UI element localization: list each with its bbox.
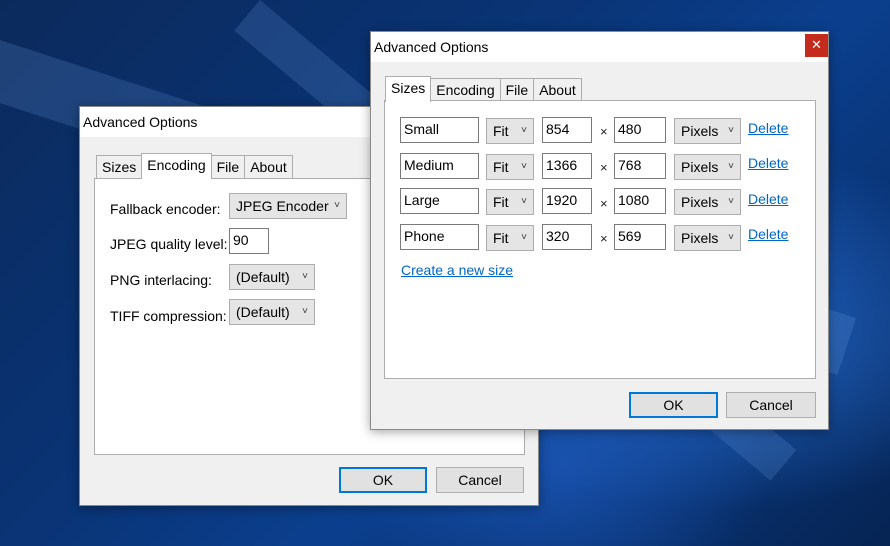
size-width-input[interactable]: 320 (542, 224, 592, 250)
jpeg-quality-label: JPEG quality level: (110, 236, 228, 252)
cancel-button[interactable]: Cancel (436, 467, 524, 493)
size-height-input[interactable]: 768 (614, 153, 666, 179)
size-unit-dropdown[interactable]: Pixels ˅ (674, 154, 741, 180)
fallback-encoder-label: Fallback encoder: (110, 201, 221, 217)
tab-file[interactable]: File (210, 155, 246, 179)
tab-encoding[interactable]: Encoding (430, 78, 501, 102)
size-mode-value: Fit (493, 194, 509, 210)
delete-link[interactable]: Delete (748, 155, 788, 171)
times-icon: × (600, 231, 608, 246)
png-interlacing-label: PNG interlacing: (110, 272, 212, 288)
ok-button[interactable]: OK (339, 467, 427, 493)
title-bar[interactable]: Advanced Options ✕ (371, 32, 828, 62)
tab-about[interactable]: About (533, 78, 582, 102)
size-width-input[interactable]: 1920 (542, 188, 592, 214)
size-mode-dropdown[interactable]: Fit ˅ (486, 189, 534, 215)
times-icon: × (600, 124, 608, 139)
tiff-compression-label: TIFF compression: (110, 308, 227, 324)
tab-sizes[interactable]: Sizes (385, 76, 432, 102)
size-unit-dropdown[interactable]: Pixels ˅ (674, 189, 741, 215)
tab-file[interactable]: File (499, 78, 535, 102)
chevron-down-icon: ˅ (302, 271, 308, 282)
dialog-title: Advanced Options (374, 39, 489, 55)
jpeg-quality-input[interactable]: 90 (229, 228, 269, 254)
delete-link[interactable]: Delete (748, 226, 788, 242)
close-button[interactable]: ✕ (805, 34, 828, 57)
fallback-encoder-dropdown[interactable]: JPEG Encoder ˅ (229, 193, 347, 219)
size-name-input[interactable]: Large (400, 188, 479, 214)
size-unit-value: Pixels (681, 159, 719, 175)
tab-about[interactable]: About (244, 155, 293, 179)
chevron-down-icon: ˅ (728, 232, 734, 243)
delete-link[interactable]: Delete (748, 191, 788, 207)
size-name-input[interactable]: Medium (400, 153, 479, 179)
chevron-down-icon: ˅ (521, 161, 527, 172)
tiff-compression-value: (Default) (236, 304, 290, 320)
dialog-title: Advanced Options (83, 114, 198, 130)
size-mode-dropdown[interactable]: Fit ˅ (486, 118, 534, 144)
create-new-size-link[interactable]: Create a new size (401, 262, 513, 278)
size-unit-dropdown[interactable]: Pixels ˅ (674, 118, 741, 144)
sizes-options-dialog: Advanced Options ✕ Sizes Encoding File A… (370, 31, 829, 430)
chevron-down-icon: ˅ (302, 306, 308, 317)
size-unit-value: Pixels (681, 194, 719, 210)
chevron-down-icon: ˅ (728, 161, 734, 172)
size-mode-dropdown[interactable]: Fit ˅ (486, 225, 534, 251)
cancel-button[interactable]: Cancel (726, 392, 816, 418)
size-mode-value: Fit (493, 159, 509, 175)
ok-button[interactable]: OK (629, 392, 718, 418)
chevron-down-icon: ˅ (728, 196, 734, 207)
chevron-down-icon: ˅ (521, 232, 527, 243)
tiff-compression-dropdown[interactable]: (Default) ˅ (229, 299, 315, 325)
tab-sizes[interactable]: Sizes (96, 155, 143, 179)
size-height-input[interactable]: 1080 (614, 188, 666, 214)
size-name-input[interactable]: Phone (400, 224, 479, 250)
close-icon: ✕ (811, 37, 822, 52)
chevron-down-icon: ˅ (521, 196, 527, 207)
fallback-encoder-value: JPEG Encoder (236, 198, 329, 214)
chevron-down-icon: ˅ (334, 200, 340, 211)
times-icon: × (600, 160, 608, 175)
size-mode-value: Fit (493, 123, 509, 139)
size-width-input[interactable]: 1366 (542, 153, 592, 179)
png-interlacing-dropdown[interactable]: (Default) ˅ (229, 264, 315, 290)
size-width-input[interactable]: 854 (542, 117, 592, 143)
tab-encoding[interactable]: Encoding (141, 153, 212, 179)
size-name-input[interactable]: Small (400, 117, 479, 143)
chevron-down-icon: ˅ (521, 125, 527, 136)
size-height-input[interactable]: 569 (614, 224, 666, 250)
size-mode-value: Fit (493, 230, 509, 246)
size-unit-value: Pixels (681, 123, 719, 139)
size-mode-dropdown[interactable]: Fit ˅ (486, 154, 534, 180)
size-unit-value: Pixels (681, 230, 719, 246)
chevron-down-icon: ˅ (728, 125, 734, 136)
png-interlacing-value: (Default) (236, 269, 290, 285)
delete-link[interactable]: Delete (748, 120, 788, 136)
size-unit-dropdown[interactable]: Pixels ˅ (674, 225, 741, 251)
size-height-input[interactable]: 480 (614, 117, 666, 143)
times-icon: × (600, 196, 608, 211)
